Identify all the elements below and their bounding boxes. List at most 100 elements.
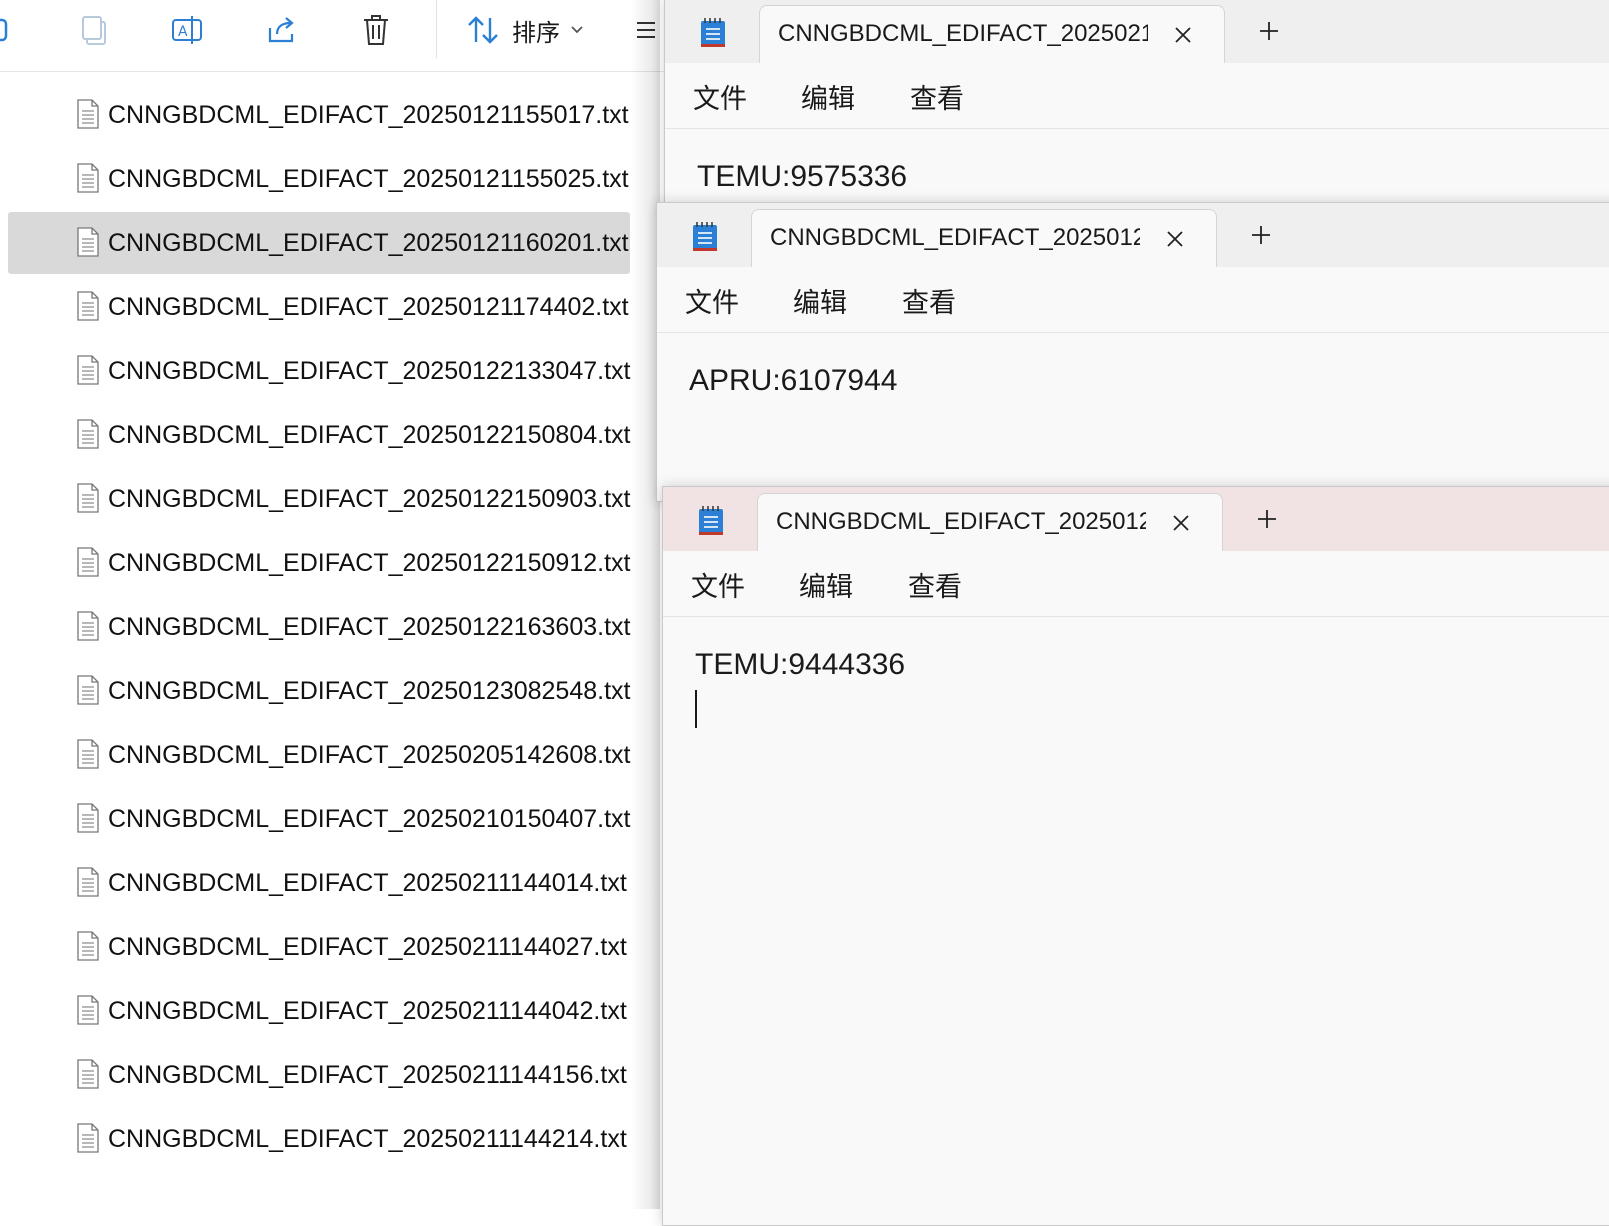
menu-view[interactable]: 查看 [902, 281, 956, 320]
notepad-icon [699, 506, 723, 535]
delete-icon [364, 15, 388, 45]
file-row[interactable]: CNNGBDCML_EDIFACT_20250211144014.txt [8, 852, 630, 914]
menu-edit[interactable]: 编辑 [799, 565, 853, 604]
notepad-menubar: 文件 编辑 查看 [657, 267, 1609, 333]
sort-label: 排序 [512, 18, 560, 47]
text-file-icon [77, 675, 99, 705]
file-row[interactable]: CNNGBDCML_EDIFACT_20250211144042.txt [8, 980, 630, 1042]
text-file-icon [77, 291, 99, 321]
file-row[interactable]: CNNGBDCML_EDIFACT_20250122163603.txt [8, 596, 631, 658]
text-file-icon [77, 1123, 99, 1153]
file-name: CNNGBDCML_EDIFACT_20250123082548.txt [108, 676, 631, 705]
text-file-icon [77, 739, 99, 769]
file-name: CNNGBDCML_EDIFACT_20250121174402.txt [108, 292, 629, 321]
menu-view[interactable]: 查看 [910, 77, 964, 116]
new-icon [0, 18, 8, 42]
text-file-icon [77, 355, 99, 385]
menu-file[interactable]: 文件 [691, 565, 745, 604]
file-row[interactable]: CNNGBDCML_EDIFACT_20250122150804.txt [8, 404, 631, 466]
file-row[interactable]: CNNGBDCML_EDIFACT_20250211144027.txt [8, 916, 630, 978]
file-row[interactable]: CNNGBDCML_EDIFACT_20250123082548.txt [8, 660, 631, 722]
notepad-tab[interactable]: CNNGBDCML_EDIFACT_2025012115 [751, 209, 1217, 267]
close-icon [1175, 27, 1191, 43]
file-row[interactable]: CNNGBDCML_EDIFACT_20250121160201.txt [8, 212, 630, 274]
plus-icon [1260, 22, 1278, 40]
svg-text:A: A [178, 24, 188, 40]
tab-close-button[interactable] [1166, 508, 1196, 538]
file-row[interactable]: CNNGBDCML_EDIFACT_20250210150407.txt [8, 788, 631, 850]
file-row[interactable]: CNNGBDCML_EDIFACT_20250121155025.txt [8, 148, 630, 210]
window-shadow [630, 0, 660, 1209]
file-name: CNNGBDCML_EDIFACT_20250210150407.txt [108, 804, 631, 833]
delete-button[interactable] [356, 10, 396, 50]
file-name: CNNGBDCML_EDIFACT_20250211144156.txt [108, 1060, 627, 1089]
notepad-titlebar[interactable]: CNNGBDCML_EDIFACT_2025012116 [663, 487, 1609, 551]
explorer-toolbar: A 排序 [0, 0, 690, 72]
file-row[interactable]: CNNGBDCML_EDIFACT_20250122150903.txt [8, 468, 631, 530]
menu-file[interactable]: 文件 [685, 281, 739, 320]
notepad-text-area[interactable]: APRU:6107944 [657, 334, 1609, 501]
notepad-window-3[interactable]: CNNGBDCML_EDIFACT_2025012116 文件 编辑 查看 TE… [662, 486, 1609, 1226]
sort-icon [468, 16, 498, 44]
notepad-content: TEMU:9575336 [697, 160, 908, 193]
menu-edit[interactable]: 编辑 [793, 281, 847, 320]
file-name: CNNGBDCML_EDIFACT_20250122133047.txt [108, 356, 631, 385]
file-row[interactable]: CNNGBDCML_EDIFACT_20250205142608.txt [8, 724, 631, 786]
file-name: CNNGBDCML_EDIFACT_20250121160201.txt [108, 228, 629, 257]
notepad-titlebar[interactable]: CNNGBDCML_EDIFACT_2025012115 [657, 203, 1609, 267]
copy-icon [82, 16, 106, 45]
chevron-down-icon [571, 26, 583, 34]
file-name: CNNGBDCML_EDIFACT_20250121155025.txt [108, 164, 629, 193]
file-name: CNNGBDCML_EDIFACT_20250205142608.txt [108, 740, 631, 769]
new-tab-button[interactable] [1251, 13, 1287, 49]
file-row[interactable]: CNNGBDCML_EDIFACT_20250122150912.txt [8, 532, 631, 594]
text-file-icon [77, 419, 99, 449]
notepad-titlebar[interactable]: CNNGBDCML_EDIFACT_2025021115 [665, 0, 1609, 63]
menu-edit[interactable]: 编辑 [801, 77, 855, 116]
tab-title: CNNGBDCML_EDIFACT_2025021115 [778, 20, 1148, 47]
notepad-menubar: 文件 编辑 查看 [663, 551, 1609, 617]
menu-file[interactable]: 文件 [693, 77, 747, 116]
tab-close-button[interactable] [1160, 224, 1190, 254]
text-file-icon [77, 483, 99, 513]
toolbar-separator [436, 0, 437, 58]
plus-icon [1258, 510, 1276, 528]
file-row[interactable]: CNNGBDCML_EDIFACT_20250121155017.txt [8, 84, 630, 146]
sort-button[interactable]: 排序 [466, 8, 584, 52]
text-file-icon [77, 1059, 99, 1089]
notepad-window-1[interactable]: CNNGBDCML_EDIFACT_2025021115 文件 编辑 查看 TE… [664, 0, 1609, 218]
text-file-icon [77, 995, 99, 1025]
menu-view[interactable]: 查看 [908, 565, 962, 604]
file-name: CNNGBDCML_EDIFACT_20250121155017.txt [108, 100, 629, 129]
new-tab-button[interactable] [1249, 501, 1285, 537]
file-name: CNNGBDCML_EDIFACT_20250122150804.txt [108, 420, 631, 449]
share-icon [268, 17, 294, 43]
file-name: CNNGBDCML_EDIFACT_20250211144014.txt [108, 868, 627, 897]
file-name: CNNGBDCML_EDIFACT_20250122163603.txt [108, 612, 631, 641]
file-row[interactable]: CNNGBDCML_EDIFACT_20250211144156.txt [8, 1044, 630, 1106]
text-file-icon [77, 99, 99, 129]
notepad-tab[interactable]: CNNGBDCML_EDIFACT_2025012116 [757, 493, 1223, 551]
notepad-icon [701, 18, 725, 47]
file-name: CNNGBDCML_EDIFACT_20250122150903.txt [108, 484, 631, 513]
text-caret [695, 690, 697, 728]
notepad-menubar: 文件 编辑 查看 [665, 63, 1609, 129]
file-name: CNNGBDCML_EDIFACT_20250122150912.txt [108, 548, 631, 577]
new-item-button[interactable] [0, 10, 18, 50]
file-row[interactable]: CNNGBDCML_EDIFACT_20250211144214.txt [8, 1108, 630, 1170]
share-button[interactable] [262, 10, 302, 50]
tab-close-button[interactable] [1168, 20, 1198, 50]
notepad-window-2[interactable]: CNNGBDCML_EDIFACT_2025012115 文件 编辑 查看 AP… [656, 202, 1609, 502]
file-row[interactable]: CNNGBDCML_EDIFACT_20250121174402.txt [8, 276, 630, 338]
notepad-tab[interactable]: CNNGBDCML_EDIFACT_2025021115 [759, 5, 1225, 63]
rename-button[interactable]: A [168, 10, 208, 50]
copy-button[interactable] [74, 10, 114, 50]
text-file-icon [77, 803, 99, 833]
tab-title: CNNGBDCML_EDIFACT_2025012115 [770, 224, 1140, 251]
new-tab-button[interactable] [1243, 217, 1279, 253]
rename-icon: A [172, 16, 202, 44]
notepad-text-area[interactable]: TEMU:9444336 [663, 618, 1609, 1225]
text-file-icon [77, 547, 99, 577]
file-row[interactable]: CNNGBDCML_EDIFACT_20250122133047.txt [8, 340, 631, 402]
notepad-icon [693, 222, 717, 251]
